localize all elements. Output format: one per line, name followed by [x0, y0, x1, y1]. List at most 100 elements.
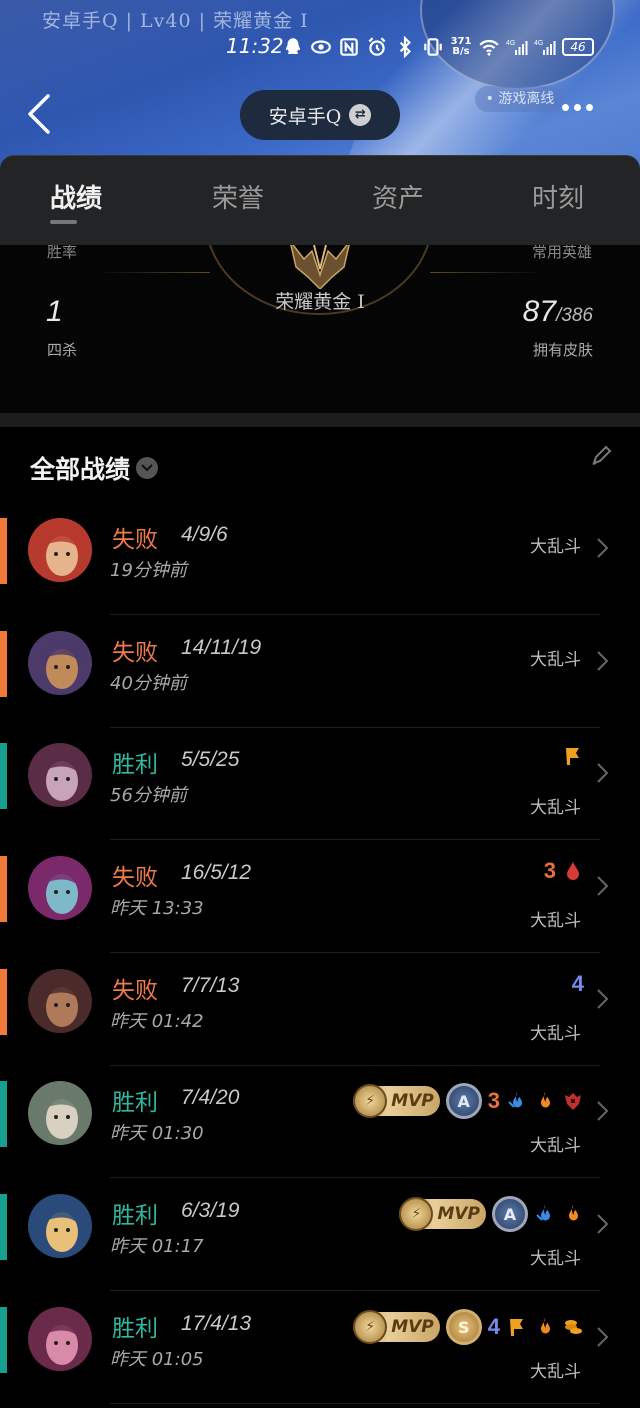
result-indicator-bar: [0, 856, 7, 922]
match-kda: 7/4/20: [181, 1086, 240, 1109]
status-icons: 371 B/s 4G 4G 46: [282, 36, 594, 58]
row-separator: [110, 727, 600, 728]
tower-icon: [565, 1093, 581, 1110]
chevron-right-icon: [597, 876, 609, 896]
signal-4g-icon: 4G: [534, 40, 556, 55]
mvp-badge: ⚡ MVP: [353, 1084, 440, 1118]
hero-avatar: [28, 1307, 92, 1371]
flame-orange-icon: [541, 1092, 550, 1108]
all-records-filter[interactable]: 全部战绩: [30, 450, 159, 486]
chevron-right-icon: [597, 1101, 609, 1121]
match-result: 失败: [112, 640, 158, 666]
stats-summary: 荣耀黄金 I 胜率 常用英雄 1 四杀 87/386 拥有皮肤: [0, 245, 640, 413]
match-mode: 大乱斗: [530, 911, 581, 931]
coins-icon: [565, 1320, 582, 1334]
hero-avatar: [28, 631, 92, 695]
match-time: 19分钟前: [110, 560, 187, 581]
back-button[interactable]: [24, 92, 64, 138]
match-row[interactable]: 失败 7/7/13 昨天 01:42 4 大乱斗: [0, 957, 640, 1070]
match-time: 昨天 01:05: [110, 1349, 204, 1370]
match-row[interactable]: 失败 14/11/19 40分钟前 大乱斗: [0, 619, 640, 732]
divider-line: [430, 272, 545, 273]
status-bar: 11:32 371 B/s 4G 4G 46: [0, 34, 640, 62]
skins-owned-label: 拥有皮肤: [532, 341, 593, 359]
multikill-badge: 3: [543, 858, 556, 883]
divider-line: [95, 272, 210, 273]
grade-badge: A: [492, 1196, 528, 1232]
section-title: 全部战绩: [30, 455, 131, 484]
match-row[interactable]: 胜利 5/5/25 56分钟前 大乱斗: [0, 731, 640, 844]
row-separator: [110, 1065, 600, 1066]
multikill-badge: 4: [571, 971, 584, 996]
wifi-icon: [479, 39, 499, 56]
tab-moments[interactable]: 时刻: [532, 178, 584, 215]
dot: [562, 104, 569, 111]
common-heroes-label: 常用英雄: [531, 245, 592, 261]
flame-orange-icon: [541, 1318, 550, 1334]
match-badges: 4: [572, 971, 584, 997]
quadra-kill-count: 1: [46, 295, 63, 328]
chevron-down-icon: [136, 457, 159, 479]
result-indicator-bar: [0, 631, 7, 697]
profile-summary-line: 安卓手Q | Lv40 | 荣耀黄金 I: [42, 10, 309, 32]
swap-icon: ⇄: [349, 104, 372, 126]
tab-assets[interactable]: 资产: [372, 178, 424, 215]
match-kda: 6/3/19: [181, 1199, 240, 1222]
dot: [586, 104, 593, 111]
match-row[interactable]: 失败 16/5/12 昨天 13:33 3 大乱斗: [0, 844, 640, 957]
flame-orange-icon: [569, 1205, 578, 1221]
online-status: • 游戏离线: [475, 86, 565, 112]
row-separator: [110, 1177, 600, 1178]
tab-honor[interactable]: 荣誉: [212, 178, 264, 215]
result-indicator-bar: [0, 969, 7, 1035]
row-separator: [110, 1290, 600, 1291]
flag-icon: [510, 1319, 523, 1336]
row-separator: [110, 614, 600, 615]
hero-avatar: [28, 856, 92, 920]
match-result: 失败: [112, 978, 158, 1004]
mvp-coin-icon: ⚡: [399, 1197, 434, 1231]
match-mode: 大乱斗: [530, 1249, 581, 1269]
match-time: 40分钟前: [110, 673, 187, 694]
flag-icon: [566, 748, 579, 765]
account-switcher[interactable]: 安卓手Q ⇄: [240, 90, 400, 140]
battery-icon: 46: [562, 38, 594, 56]
chevron-right-icon: [597, 763, 609, 783]
match-result: 胜利: [112, 1316, 158, 1342]
svg-text:4G: 4G: [506, 40, 515, 47]
more-options-button[interactable]: [562, 104, 593, 111]
match-kda: 5/5/25: [181, 748, 240, 771]
hero-avatar: [28, 969, 92, 1033]
bluetooth-icon: [399, 36, 411, 58]
mvp-coin-icon: ⚡: [353, 1084, 388, 1118]
net-speed: 371 B/s: [450, 36, 472, 57]
match-time: 昨天 01:17: [110, 1236, 204, 1257]
nfc-icon: [340, 38, 358, 56]
skins-owned: 87/386: [522, 295, 593, 328]
match-row[interactable]: 胜利 6/3/19 昨天 01:17 ⚡ MVP A 大乱斗: [0, 1182, 640, 1295]
chevron-right-icon: [597, 651, 609, 671]
match-row[interactable]: 胜利 7/4/20 昨天 01:30 ⚡ MVP A 3 大乱斗: [0, 1069, 640, 1182]
match-kda: 14/11/19: [181, 636, 262, 659]
match-mode: 大乱斗: [530, 1136, 581, 1156]
tab-record[interactable]: 战绩: [50, 178, 102, 215]
hero-avatar: [28, 1194, 92, 1258]
match-kda: 17/4/13: [181, 1312, 252, 1335]
hero-avatar: [28, 743, 92, 807]
alarm-icon: [368, 37, 386, 56]
match-mode: 大乱斗: [530, 1024, 581, 1044]
multikill-badge: 3: [487, 1088, 500, 1113]
qq-icon: [285, 38, 301, 55]
match-mode: 大乱斗: [530, 537, 581, 557]
mvp-coin-icon: ⚡: [353, 1310, 388, 1344]
match-row[interactable]: 失败 4/9/6 19分钟前 大乱斗: [0, 506, 640, 619]
svg-text:4G: 4G: [534, 40, 543, 47]
chevron-right-icon: [597, 989, 609, 1009]
section-divider: [0, 413, 640, 427]
grade-badge: S: [445, 1309, 482, 1345]
match-kda: 7/7/13: [181, 974, 240, 997]
result-indicator-bar: [0, 1194, 7, 1260]
chevron-right-icon: [597, 538, 609, 558]
edit-icon[interactable]: [590, 445, 612, 467]
match-row[interactable]: 胜利 17/4/13 昨天 01:05 ⚡ MVP S 4 大乱斗: [0, 1295, 640, 1408]
